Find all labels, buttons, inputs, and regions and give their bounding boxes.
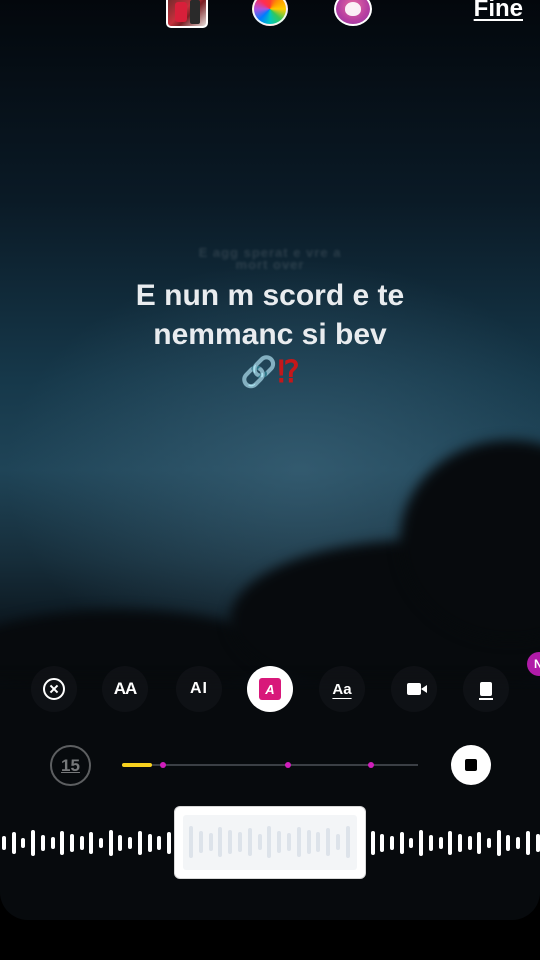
selected-waveform-bar (247, 828, 252, 856)
font-label: Aa (332, 680, 352, 698)
selected-waveform-bar (257, 834, 262, 850)
color-wheel-icon[interactable] (252, 0, 288, 26)
stop-icon (465, 759, 477, 771)
bottom-bar (0, 920, 540, 960)
selected-waveform-bar (218, 827, 223, 857)
waveform-bar (438, 837, 443, 849)
lyric-line: nemmanc si bev (153, 318, 387, 351)
waveform-bar (496, 830, 501, 856)
waveform-bar (40, 835, 45, 851)
text-align-button[interactable]: AI (176, 666, 222, 712)
chain-icon: 🔗 (240, 356, 278, 389)
waveform-bar (79, 836, 84, 850)
ground-shape (0, 680, 540, 920)
audio-clip-selector[interactable] (175, 807, 365, 878)
video-camera-icon[interactable] (391, 666, 437, 712)
waveform-bar (370, 831, 375, 855)
selected-waveform-bar (336, 834, 340, 850)
selected-waveform-bar (306, 830, 311, 854)
close-circle-icon[interactable] (31, 666, 77, 712)
duration-button[interactable]: 15 (50, 745, 91, 786)
waveform-bar (525, 831, 530, 855)
waveform-bar (69, 834, 74, 852)
waveform-bar (535, 834, 540, 852)
selected-waveform-bar (267, 826, 272, 858)
waveform-bar (31, 830, 36, 856)
lyric-emoji: 🔗⁉ (0, 354, 540, 392)
selected-waveform-bar (198, 831, 203, 853)
waveform-bar (390, 836, 394, 850)
waveform-bar (448, 831, 453, 855)
sticker-icon[interactable] (334, 0, 372, 26)
waveform-bar (477, 832, 482, 854)
selected-waveform-bar (316, 832, 321, 852)
lyrics-toolbar: AA AI A Aa (0, 666, 540, 712)
done-button[interactable]: Fine (474, 0, 523, 23)
waveform-bar (399, 832, 404, 854)
waveform-bar (157, 836, 162, 850)
waveform-bar (21, 838, 26, 848)
waveform-bar (11, 832, 16, 854)
selected-waveform-bar (296, 827, 301, 857)
waveform-bar (380, 834, 385, 852)
selected-waveform-bar (238, 832, 242, 852)
timeline-track[interactable] (122, 762, 418, 768)
text-size-button[interactable]: AA (102, 666, 148, 712)
waveform-bar (419, 830, 424, 856)
waveform-bar (487, 838, 491, 848)
selected-waveform-bar (277, 831, 282, 853)
current-lyric[interactable]: E nun m scord e te nemmanc si bev (0, 276, 540, 354)
waveform-bar (137, 831, 142, 855)
waveform-bar (166, 832, 171, 854)
waveform-bar (147, 834, 152, 852)
waveform-bar (60, 831, 65, 855)
more-icon[interactable] (463, 666, 509, 712)
stop-button[interactable] (451, 745, 491, 785)
waveform-bar (118, 835, 123, 851)
waveform-bar (99, 838, 103, 848)
media-thumbnail[interactable] (166, 0, 208, 28)
waveform-bar (89, 832, 94, 854)
waveform-bar (50, 837, 55, 849)
waveform-bar (428, 835, 433, 851)
selected-waveform-bar (326, 828, 331, 856)
timeline-marker[interactable] (367, 762, 374, 768)
waveform-bar (516, 837, 521, 849)
timeline-progress (122, 763, 152, 767)
text-align-label: AI (190, 680, 208, 697)
lyric-style-label: A (259, 678, 281, 700)
waveform-bar (409, 838, 414, 848)
lyric-style-button[interactable]: A (247, 666, 293, 712)
waveform-bar (506, 835, 511, 851)
selected-waveform-bar (189, 826, 193, 858)
selected-waveform-bar (208, 833, 213, 851)
waveform-bar (467, 836, 472, 850)
selector-window (183, 815, 357, 870)
waveform-bar (2, 836, 6, 850)
top-bar: Fine (0, 0, 540, 30)
previous-lyric-line: mort over (235, 257, 305, 272)
font-button[interactable]: Aa (319, 666, 365, 712)
previous-lyric: E agg sperat e vre a mort over (0, 246, 540, 272)
interrobang-icon: ⁉ (277, 356, 300, 389)
selected-waveform-bar (228, 830, 233, 854)
selected-waveform-bar (287, 833, 291, 851)
timeline-marker[interactable] (284, 762, 291, 768)
waveform-bar (128, 837, 133, 849)
text-size-label: AA (113, 679, 138, 698)
waveform-bar (457, 834, 462, 852)
waveform-bar (108, 830, 113, 856)
lyric-line: E nun m scord e te (135, 279, 405, 312)
selected-waveform-bar (345, 826, 350, 858)
